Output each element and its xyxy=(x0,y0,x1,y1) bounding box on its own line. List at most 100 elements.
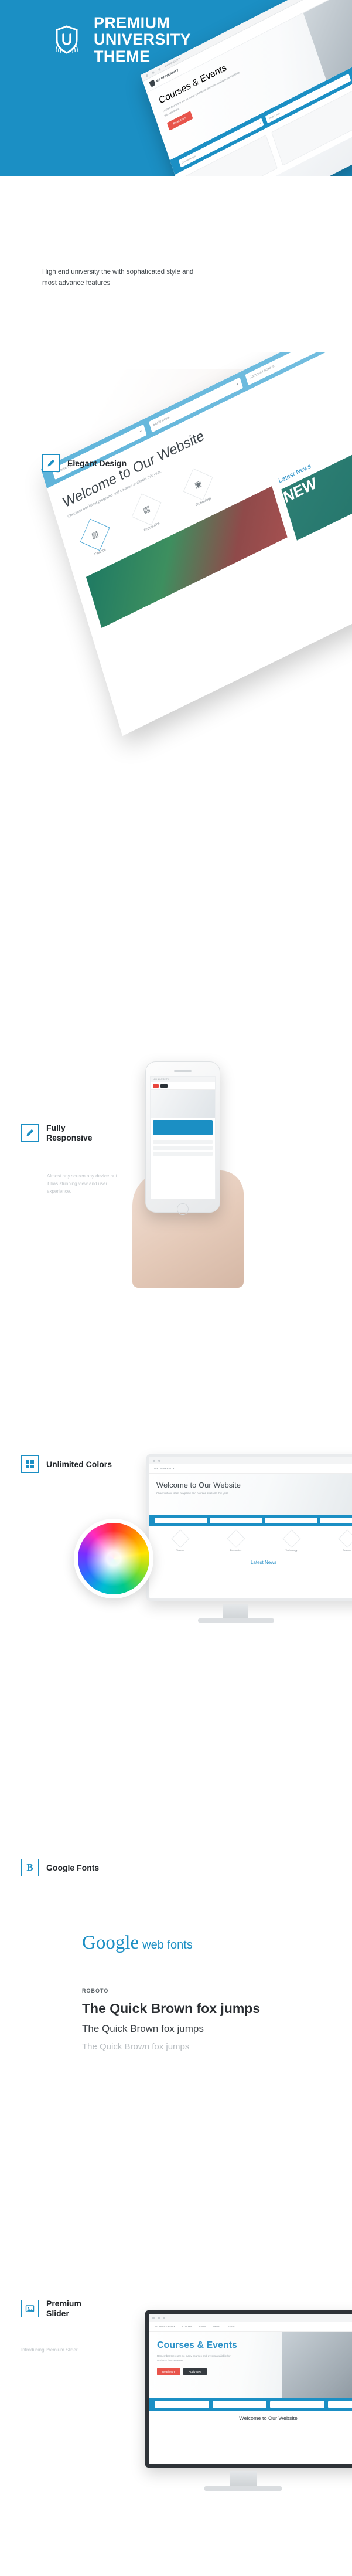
laptop-icon: ▣ xyxy=(183,468,213,501)
chevron-down-icon: ▾ xyxy=(346,76,348,80)
mockup-category: Technology xyxy=(268,1529,315,1552)
read-more-button: Read More xyxy=(157,2368,181,2376)
mobile-apply-button xyxy=(153,1120,213,1135)
mobile-logo-text: MY UNIVERSITY xyxy=(153,1078,169,1081)
chevron-down-icon: ▾ xyxy=(139,429,142,434)
mobile-badge-hot xyxy=(153,1084,159,1088)
mockup-category: Science xyxy=(323,1529,352,1552)
mockup-paragraph: Remember there are so many courses and e… xyxy=(157,2354,231,2362)
browser-dot xyxy=(152,2316,155,2319)
mockup-nav-item: Contact xyxy=(226,2325,236,2328)
mobile-list-item xyxy=(153,1152,213,1156)
monitor-stand xyxy=(230,2471,257,2487)
browser-dot xyxy=(158,2316,160,2319)
mobile-list-item xyxy=(153,1146,213,1150)
mockup-news-heading: Latest News xyxy=(250,1560,277,1565)
browser-dot xyxy=(158,1460,160,1462)
money-icon xyxy=(170,1529,190,1548)
mockup-filter-strip xyxy=(149,2398,352,2411)
color-wheel-picker xyxy=(74,1519,153,1598)
feature-title-line1: Premium xyxy=(46,2299,81,2308)
mockup-filter xyxy=(327,2401,352,2408)
feature-heading-unlimited-colors: Unlimited Colors xyxy=(21,1455,112,1473)
mockup-welcome-heading: Welcome to Our Website xyxy=(239,2415,298,2421)
shield-u-logo-icon xyxy=(53,25,80,55)
mockup-navbar: MY UNIVERSITY Courses About News Contact xyxy=(149,2322,352,2332)
mobile-topbar: MY UNIVERSITY xyxy=(151,1077,215,1082)
mockup-logo-text: MY UNIVERSITY xyxy=(155,2325,175,2328)
chart-icon xyxy=(226,1529,245,1548)
grid-squares-icon xyxy=(21,1455,39,1473)
image-icon xyxy=(21,2299,39,2317)
filter-label: Study Level xyxy=(268,111,280,120)
feature-heading-fully-responsive: Fully Responsive xyxy=(21,1123,93,1142)
mobile-list xyxy=(151,1138,215,1160)
feature-title: Google Fonts xyxy=(46,1862,100,1872)
filter-label: Course Length xyxy=(181,154,196,164)
feature-title: Premium Slider xyxy=(46,2299,81,2318)
mockup-welcome-heading: Welcome to Our Website xyxy=(156,1481,241,1489)
pencil-icon xyxy=(42,454,60,472)
phone-home-button xyxy=(177,1203,189,1215)
hero-banner: PREMIUM UNIVERSITY THEME MY UNIVERSITY M… xyxy=(0,0,352,176)
filter-label: Campus Location xyxy=(249,364,275,380)
mockup-filter xyxy=(270,2401,324,2408)
mockup-hero-area: Welcome to Our Website Checkout our late… xyxy=(149,1474,352,1515)
feature-title-line2: Responsive xyxy=(46,1132,93,1142)
feature-title-line2: Slider xyxy=(46,2308,69,2318)
mockup-logo-icon xyxy=(149,79,156,87)
premium-slider-section: Premium Slider Introducing Premium Slide… xyxy=(0,2275,352,2576)
mockup-nav-item: Courses xyxy=(182,2325,192,2328)
google-fonts-section: B Google Fonts Google web fonts ROBOTO Th… xyxy=(0,1835,352,2187)
chevron-down-icon: ▾ xyxy=(259,121,261,124)
feature-title-line1: Fully xyxy=(46,1123,66,1132)
category-label: Finance xyxy=(176,1549,184,1552)
chevron-down-icon: ▾ xyxy=(236,382,239,387)
tagline-text: High end university the with sophaticate… xyxy=(42,269,194,287)
mobile-badge-apply xyxy=(160,1084,168,1088)
feature-heading-premium-slider: Premium Slider xyxy=(21,2299,81,2318)
hero-title-line2: UNIVERSITY xyxy=(94,30,192,49)
mockup-filter xyxy=(155,2401,209,2408)
laptop-icon xyxy=(282,1529,301,1548)
pencil-icon xyxy=(21,1124,39,1142)
theme-preview-page: PREMIUM UNIVERSITY THEME MY UNIVERSITY M… xyxy=(0,0,352,2576)
mobile-navbar xyxy=(151,1082,215,1090)
font-specimen-bold: The Quick Brown fox jumps xyxy=(82,2001,261,2016)
mockup-filter xyxy=(320,1518,352,1523)
filter-label: Study Level xyxy=(152,415,170,427)
browser-dot xyxy=(153,1460,155,1462)
mockup-category: Finance xyxy=(156,1529,204,1552)
mockup-navbar: MY UNIVERSITY xyxy=(149,1464,352,1474)
mobile-hero xyxy=(151,1090,215,1118)
feature-heading-google-fonts: B Google Fonts xyxy=(21,1859,99,1876)
browser-dot xyxy=(158,67,161,71)
feature-subtitle: Introducing Premium Slider. xyxy=(21,2347,79,2353)
mockup-hero-area: Courses & Events Remember there are so m… xyxy=(149,2332,352,2398)
monitor-base xyxy=(204,2486,282,2491)
category-label: Economics xyxy=(230,1549,242,1552)
mockup-filter xyxy=(265,1518,317,1523)
letter-b-glyph: B xyxy=(26,1862,33,1873)
hero-title-line1: PREMIUM xyxy=(94,13,170,32)
mockup-browser-bar xyxy=(149,1457,352,1464)
smartphone-mockup: MY UNIVERSITY xyxy=(145,1061,220,1215)
mockup-filter xyxy=(210,1518,262,1523)
chart-icon: ▥ xyxy=(131,493,162,526)
mockup-browser-bar xyxy=(149,2314,352,2322)
mockup-welcome: Welcome to Our Website xyxy=(149,2411,352,2426)
font-specimen-regular: The Quick Brown fox jumps xyxy=(82,2023,204,2034)
mockup-category-list: Finance Economics Technology Science xyxy=(149,1526,352,1557)
category-label: Technology xyxy=(285,1549,298,1552)
google-wordmark: Google xyxy=(82,1932,139,1953)
feature-title: Fully Responsive xyxy=(46,1123,93,1142)
mockup-nav-item: News xyxy=(213,2325,220,2328)
feature-subtitle: Almost any screen any device but it has … xyxy=(47,1173,117,1194)
feature-heading-elegant-design: Elegant Design xyxy=(42,454,127,472)
web-fonts-label: web fonts xyxy=(142,1939,193,1951)
desktop-monitor-mockup: MY UNIVERSITY Welcome to Our Website Che… xyxy=(146,1454,352,1601)
mockup-category: Economics xyxy=(212,1529,259,1552)
browser-dot xyxy=(151,70,155,74)
flask-icon xyxy=(337,1529,352,1548)
font-name-label: ROBOTO xyxy=(82,1988,109,1994)
